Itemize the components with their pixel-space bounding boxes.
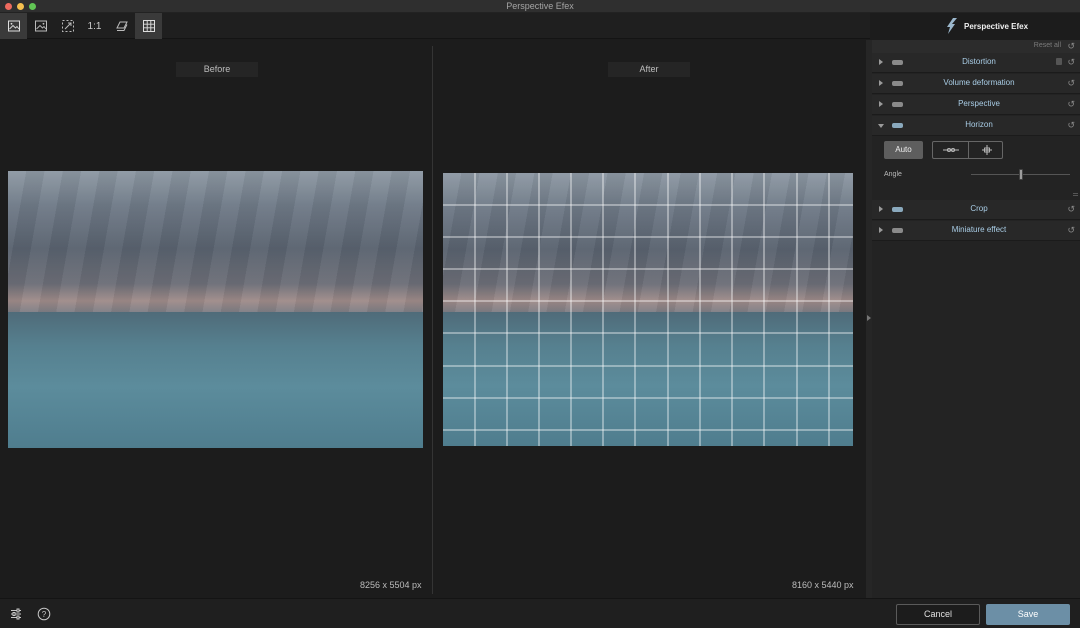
help-icon[interactable]: ?: [37, 607, 51, 621]
split-divider[interactable]: [432, 46, 433, 594]
crop-toggle[interactable]: [892, 207, 903, 212]
expand-arrow-icon[interactable]: [879, 59, 883, 65]
horizon-point-tool-icon: [981, 145, 992, 155]
sliders-icon[interactable]: [9, 607, 23, 621]
bottom-bar: ? Cancel Save: [0, 598, 1080, 628]
horizon-auto-button[interactable]: Auto: [884, 141, 923, 159]
section-miniature-effect[interactable]: Miniature effect ↺: [872, 221, 1080, 241]
section-distortion[interactable]: Distortion ↺: [872, 53, 1080, 73]
compare-layers-button[interactable]: [108, 13, 135, 39]
reset-section-icon[interactable]: ↺: [1067, 57, 1075, 68]
actual-size-button[interactable]: 1:1: [81, 13, 108, 39]
image-view-icon: [34, 20, 47, 32]
section-title: Perspective: [958, 99, 1000, 108]
preview-canvas: Before After 8256 x 5504 px 8160 x 5440 …: [0, 40, 866, 598]
reset-all-undo-icon[interactable]: ↺: [1067, 41, 1075, 52]
reset-section-icon[interactable]: ↺: [1067, 78, 1075, 89]
perspective-toggle[interactable]: [892, 102, 903, 107]
single-view-icon: [7, 20, 20, 32]
section-title: Horizon: [965, 120, 993, 129]
section-crop[interactable]: Crop ↺: [872, 200, 1080, 220]
after-dimensions: 8160 x 5440 px: [792, 580, 854, 590]
distortion-toggle[interactable]: [892, 60, 903, 65]
expand-arrow-icon[interactable]: [879, 101, 883, 107]
reset-section-icon[interactable]: ↺: [1067, 120, 1075, 131]
adjustments-panel: Reset all ↺ Distortion ↺ Volume deformat…: [872, 40, 1080, 598]
svg-text:?: ?: [42, 610, 47, 619]
grid-icon: [142, 20, 155, 32]
section-perspective[interactable]: Perspective ↺: [872, 95, 1080, 115]
fit-screen-button[interactable]: [54, 13, 81, 39]
reset-section-icon[interactable]: ↺: [1067, 204, 1075, 215]
horizon-tool-group: [932, 141, 1003, 159]
before-label: Before: [176, 62, 258, 77]
section-horizon[interactable]: Horizon ↺: [872, 116, 1080, 136]
volume-deformation-toggle[interactable]: [892, 81, 903, 86]
before-dimensions: 8256 x 5504 px: [360, 580, 422, 590]
title-bar: Perspective Efex: [0, 0, 1080, 13]
cancel-button[interactable]: Cancel: [896, 604, 980, 625]
save-button[interactable]: Save: [986, 604, 1070, 625]
lock-icon[interactable]: [1056, 58, 1062, 65]
after-image: [443, 173, 853, 446]
fit-screen-icon: [61, 20, 74, 32]
compare-layers-icon: [115, 21, 128, 31]
reset-all-row: Reset all ↺: [872, 40, 1080, 53]
perspective-efex-logo-icon: [947, 18, 957, 34]
collapse-arrow-icon[interactable]: [878, 124, 884, 128]
collapse-arrow-icon: [867, 315, 871, 321]
expand-arrow-icon[interactable]: [879, 206, 883, 212]
reset-section-icon[interactable]: ↺: [1067, 225, 1075, 236]
angle-slider-thumb[interactable]: [1018, 169, 1023, 180]
expand-arrow-icon[interactable]: [879, 227, 883, 233]
window-title: Perspective Efex: [506, 1, 574, 11]
actual-size-icon: 1:1: [87, 20, 102, 32]
section-title: Distortion: [962, 57, 996, 66]
app-brand: Perspective Efex: [946, 17, 1028, 35]
view-toolbar: 1:1: [0, 13, 870, 39]
reset-all-button[interactable]: Reset all: [1034, 42, 1061, 49]
horizon-line-tool-button[interactable]: [933, 142, 968, 158]
section-title: Miniature effect: [951, 225, 1007, 234]
section-resize-grip[interactable]: [1073, 193, 1078, 196]
section-title: Volume deformation: [943, 78, 1015, 87]
grid-toggle-button[interactable]: [135, 13, 162, 39]
section-title: Crop: [970, 204, 988, 213]
reset-section-icon[interactable]: ↺: [1067, 99, 1075, 110]
angle-label: Angle: [884, 171, 902, 178]
section-volume-deformation[interactable]: Volume deformation ↺: [872, 74, 1080, 94]
horizon-toggle[interactable]: [892, 123, 903, 128]
expand-arrow-icon[interactable]: [879, 80, 883, 86]
before-image: [8, 171, 423, 448]
horizon-line-tool-icon: [942, 147, 959, 153]
miniature-effect-toggle[interactable]: [892, 228, 903, 233]
after-label: After: [608, 62, 690, 77]
alignment-grid: [443, 173, 853, 446]
horizon-point-tool-button[interactable]: [969, 142, 1004, 158]
single-view-button[interactable]: [0, 13, 27, 39]
brand-name: Perspective Efex: [964, 21, 1029, 31]
image-view-button[interactable]: [27, 13, 54, 39]
